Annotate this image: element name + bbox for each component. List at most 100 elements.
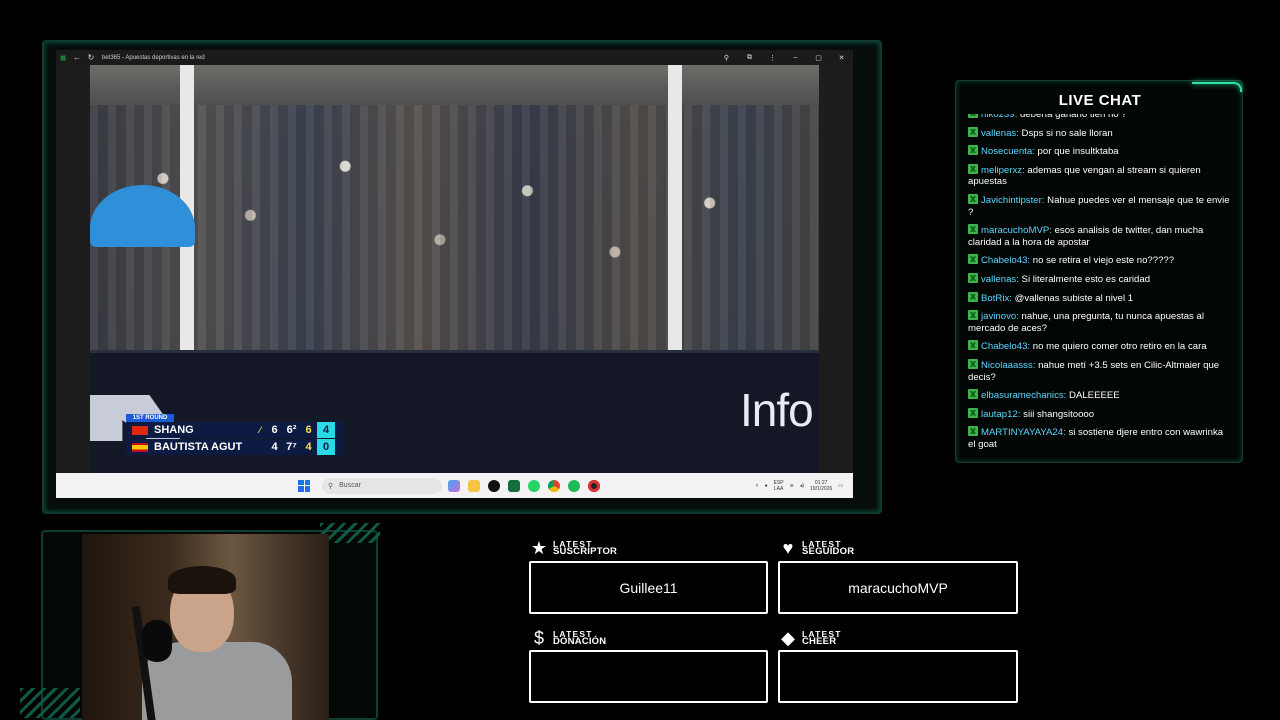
chat-username[interactable]: vallenas <box>981 128 1016 139</box>
latest-follower-header: ♥ LATEST SEGUIDOR <box>778 538 854 558</box>
china-flag-icon <box>132 425 148 435</box>
chat-title: LIVE CHAT <box>1058 92 1142 109</box>
chat-message: Javichintipster: Nahue puedes ver el men… <box>968 193 1230 218</box>
chevron-up-icon[interactable]: ˄ <box>756 483 759 489</box>
notifications-icon[interactable]: ▭ <box>838 483 843 489</box>
chat-message: Nicolaaasss: nahue metí +3.5 sets en Cil… <box>968 358 1230 383</box>
chat-message: Chabelo43: no me quiero comer otro retir… <box>968 340 1230 353</box>
browser-titlebar: ▣ ← ↻ bet365 - Apuestas deportivas en la… <box>56 50 853 65</box>
chat-message: javinovo: nahue, una pregunta, tu nunca … <box>968 310 1230 334</box>
chat-message: lautap12: siii shangsitoooo <box>968 407 1230 421</box>
kick-badge-icon <box>968 193 978 204</box>
chat-username[interactable]: BotRix <box>981 293 1009 304</box>
zoom-icon[interactable]: ⚲ <box>715 54 738 62</box>
search-placeholder: Buscar <box>339 482 361 489</box>
microphone-icon[interactable]: ● <box>765 483 768 489</box>
reload-icon[interactable]: ↻ <box>84 50 98 65</box>
file-explorer-icon[interactable] <box>468 479 480 492</box>
chat-text: no se retira el viejo este no????? <box>1032 255 1175 267</box>
latest-cheer-box <box>778 650 1018 703</box>
close-icon[interactable]: ✕ <box>830 54 853 62</box>
kick-badge-icon <box>968 291 978 302</box>
chat-message-list[interactable]: niko239: debería ganarlo tien no ? vallen… <box>968 114 1230 454</box>
whatsapp-icon[interactable] <box>528 479 540 492</box>
chat-username[interactable]: javinovo <box>981 311 1016 322</box>
chat-username[interactable]: MARTINYAYAYA24 <box>981 427 1063 438</box>
chat-message: BotRix: @vallenas subiste al nivel 1 <box>968 291 1230 305</box>
chat-username[interactable]: Chabelo43 <box>981 255 1027 266</box>
webcam-video <box>82 534 329 720</box>
kick-badge-icon <box>968 389 978 400</box>
chat-username[interactable]: Nosecuenta <box>981 146 1032 157</box>
set-score: 6 <box>271 424 278 436</box>
dollar-icon: $ <box>533 627 544 648</box>
chat-username[interactable]: lautap12 <box>981 409 1018 420</box>
kick-badge-icon <box>968 426 978 437</box>
chat-username[interactable]: elbasuramechanics <box>981 390 1064 401</box>
chat-text: no me quiero comer otro retiro en la car… <box>1032 341 1207 353</box>
browser-tab-title: bet365 - Apuestas deportivas en la red <box>102 54 205 61</box>
chat-username[interactable]: vallenas <box>981 274 1016 285</box>
back-arrow-icon[interactable]: ← <box>70 50 84 65</box>
maximize-icon[interactable]: ▢ <box>807 54 830 62</box>
wifi-icon[interactable]: ≋ <box>790 483 794 489</box>
webcam-corner-accent <box>20 688 80 718</box>
clock[interactable]: 01:27 19/1/2026 <box>810 480 832 492</box>
taskbar-search[interactable]: ⚲ Buscar <box>322 477 442 494</box>
browser-window: ▣ ← ↻ bet365 - Apuestas deportivas en la… <box>56 50 853 498</box>
latest-donation-box <box>529 650 768 703</box>
obs-icon[interactable] <box>588 479 600 492</box>
chrome-icon[interactable] <box>548 479 560 492</box>
chat-username[interactable]: Javichintipster <box>981 195 1042 206</box>
wall-edge <box>90 350 819 353</box>
spotify-icon[interactable] <box>568 479 580 492</box>
kick-badge-icon <box>968 145 978 156</box>
menu-icon[interactable]: ⋮ <box>761 54 784 62</box>
chat-username[interactable]: Nicolaaasss <box>981 360 1033 371</box>
chat-message: niko239: debería ganarlo tien no ? <box>968 114 1230 121</box>
chat-username[interactable]: Chabelo43 <box>981 341 1027 352</box>
round-label: 1ST ROUND <box>126 414 174 422</box>
chat-message: Chabelo43: no se retira el viejo este no… <box>968 254 1230 267</box>
chat-message: vallenas: Si literalmente esto es carida… <box>968 272 1230 286</box>
scoreboard: 1ST ROUND SHANG ⁄ 6 6² 6 4 BAUTISTA AGUT… <box>126 414 344 455</box>
chat-message: maracuchoMVP: esos analisis de twitter, … <box>968 224 1230 248</box>
chat-username[interactable]: maracuchoMVP <box>981 225 1049 236</box>
latest-subscriber-label: LATEST SUSCRIPTOR <box>553 539 618 557</box>
chat-username[interactable]: meliperxz <box>981 165 1022 176</box>
copilot-icon[interactable] <box>448 479 460 492</box>
latest-follower-label: LATEST SEGUIDOR <box>802 539 855 557</box>
kick-badge-icon <box>968 272 978 283</box>
latest-follower-box: maracuchoMVP <box>778 561 1018 614</box>
bet365-app-icon[interactable] <box>508 479 520 492</box>
microphone <box>142 620 172 662</box>
chat-text: Dsps si no sale lloran <box>1021 127 1113 139</box>
system-tray: ˄ ● ESP LAA ≋ ◂) 01:27 19/1/2026 ▭ <box>756 480 853 492</box>
scoreboard-row-player2: BAUTISTA AGUT 4 7⁷ 4 0 <box>126 439 344 455</box>
tiktok-icon[interactable] <box>488 479 500 492</box>
keyboard-language[interactable]: ESP LAA <box>774 480 784 492</box>
minimize-icon[interactable]: – <box>784 54 807 62</box>
kick-badge-icon <box>968 340 978 351</box>
bet365-favicon-icon: ▣ <box>59 53 67 62</box>
windows-start-icon[interactable] <box>298 479 310 492</box>
chat-message: elbasuramechanics: DALEEEEE <box>968 389 1230 402</box>
chat-message: meliperxz: ademas que vengan al stream s… <box>968 163 1230 188</box>
taskbar-apps <box>448 479 600 492</box>
chat-text: DALEEEEE <box>1069 390 1120 402</box>
chat-corner-accent <box>1192 82 1242 92</box>
chat-text: por que insultktaba <box>1037 146 1119 158</box>
kick-badge-icon <box>968 224 978 235</box>
crowd-image <box>90 105 819 350</box>
volume-icon[interactable]: ◂) <box>800 483 804 489</box>
extensions-icon[interactable]: ⧉ <box>738 54 761 62</box>
chat-message: Nosecuenta: por que insultktaba <box>968 145 1230 158</box>
latest-follower-value: maracuchoMVP <box>848 579 948 596</box>
latest-donation-header: $ LATEST DONACIÓN <box>529 628 606 648</box>
current-game-score: 4 <box>317 422 335 438</box>
video-player[interactable]: Info 1ST ROUND SHANG ⁄ 6 6² 6 4 BAUTISTA… <box>56 65 853 473</box>
kick-badge-icon <box>968 163 978 174</box>
chat-username[interactable]: niko239 <box>981 114 1015 120</box>
latest-cheer-label: LATEST CHEER <box>802 629 842 647</box>
chat-message: vallenas: Dsps si no sale lloran <box>968 126 1230 140</box>
